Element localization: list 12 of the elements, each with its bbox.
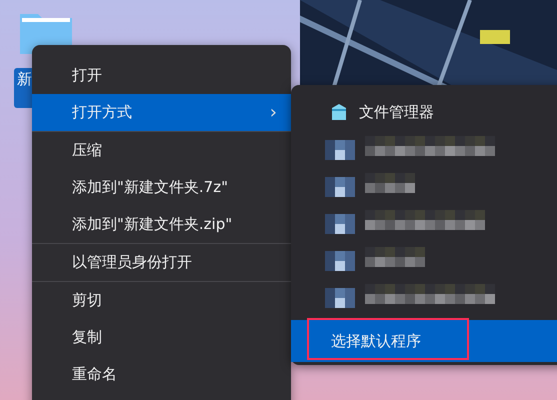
menu-item[interactable]: 选择默认程序 bbox=[291, 320, 557, 362]
menu-item[interactable]: 添加到"新建文件夹.zip" bbox=[32, 206, 291, 243]
menu-item[interactable]: 文件管理器 bbox=[291, 93, 557, 131]
chevron-right-icon: › bbox=[270, 102, 277, 123]
menu-item[interactable]: 以管理员身份打开 bbox=[32, 244, 291, 281]
menu-item[interactable]: 压缩 bbox=[32, 132, 291, 169]
menu-item[interactable]: 打开方式 › bbox=[32, 94, 291, 131]
menu-item[interactable]: 重命名 bbox=[32, 356, 291, 393]
menu-item[interactable]: 添加到"新建文件夹.7z" bbox=[32, 169, 291, 206]
menu-item[interactable]: 复制 bbox=[32, 319, 291, 356]
menu-item[interactable]: 剪切 bbox=[32, 282, 291, 319]
file-manager-icon bbox=[331, 104, 347, 120]
